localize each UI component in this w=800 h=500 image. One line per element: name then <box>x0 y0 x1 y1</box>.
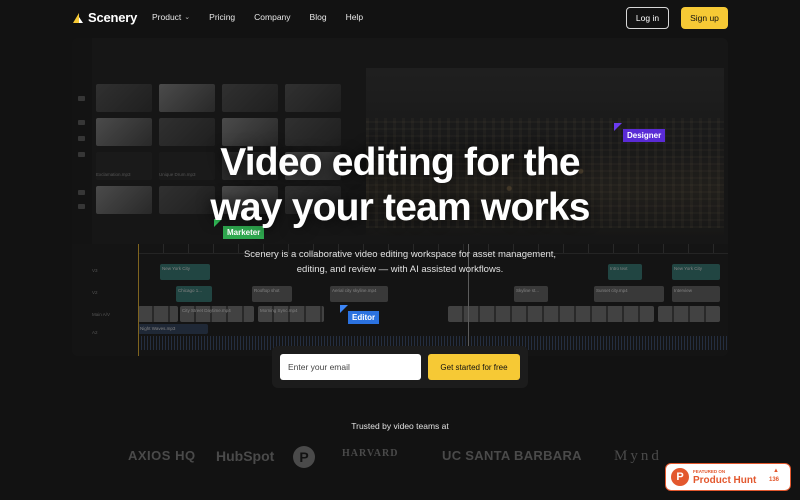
nav-link-pricing[interactable]: Pricing <box>209 12 235 22</box>
editor-cursor-tag: Editor <box>340 305 380 324</box>
timeline-clip: Intro text <box>608 264 642 280</box>
timeline-clip: Morning Sync.mp4 <box>258 306 324 322</box>
tool-icon <box>78 96 85 101</box>
login-button[interactable]: Log in <box>626 7 669 29</box>
timeline-clip <box>138 306 178 322</box>
top-nav: Scenery Product ⌄ Pricing Company Blog He… <box>0 0 800 36</box>
timeline-clip: New York City <box>160 264 210 280</box>
media-thumb <box>96 84 152 112</box>
editor-label: Editor <box>352 313 376 322</box>
playhead <box>138 244 139 356</box>
ph-name: Product Hunt <box>693 475 757 486</box>
timeline-clip: Night Waves.mp3 <box>138 324 208 334</box>
timeline-clip: Sunset city.mp4 <box>594 286 664 302</box>
ucsb-logo: UC SANTA BARBARA <box>442 448 582 463</box>
logo-icon <box>73 12 83 23</box>
ph-upvote-count: 136 <box>769 477 780 483</box>
harvard-logo: HARVARD <box>342 448 399 459</box>
nav-links: Product ⌄ Pricing Company Blog Help <box>152 12 363 22</box>
timeline-clip: Rooftop shot <box>252 286 292 302</box>
media-thumb <box>159 84 215 112</box>
designer-label: Designer <box>627 131 662 140</box>
timeline-clip: Interview <box>672 286 720 302</box>
timeline-clip: Aerial city skyline.mp4 <box>330 286 388 302</box>
hero-title-line: way your team works <box>210 186 590 229</box>
hubspot-logo: HubSpot <box>216 448 275 464</box>
track-label: V2 <box>92 290 98 295</box>
timeline-clip: City Street Daytime.mp4 <box>180 306 254 322</box>
nav-link-product-label: Product <box>152 12 182 22</box>
chevron-down-icon: ⌄ <box>184 14 191 21</box>
cursor-icon <box>614 123 622 131</box>
brand-name: Scenery <box>88 10 138 25</box>
mynd-logo: Mynd <box>614 448 662 464</box>
hero-title-line: Video editing for the <box>220 141 580 184</box>
nav-link-company[interactable]: Company <box>254 12 290 22</box>
ph-featured-label: FEATURED ON <box>693 469 726 474</box>
track-label: V3 <box>92 268 98 273</box>
signup-button[interactable]: Sign up <box>681 7 728 29</box>
track-label: Main A/V <box>92 312 111 317</box>
nav-link-help[interactable]: Help <box>346 12 363 22</box>
upvote-arrow-icon: ▲ <box>773 468 779 474</box>
trusted-by-label: Trusted by video teams at <box>351 421 449 431</box>
axios-logo: AXIOS HQ <box>128 448 196 463</box>
track-label: A2 <box>92 330 98 335</box>
hero-title: Video editing for the way your team work… <box>0 140 800 230</box>
hero-subtitle: Scenery is a collaborative video editing… <box>243 249 557 275</box>
cursor-icon <box>340 305 348 313</box>
pinterest-logo: P <box>293 446 315 468</box>
timeline-clip: New York City <box>672 264 720 280</box>
email-input[interactable] <box>280 354 421 380</box>
tool-icon <box>78 120 85 125</box>
brand-logo[interactable]: Scenery <box>72 10 137 25</box>
media-thumb <box>222 84 278 112</box>
product-hunt-badge[interactable]: P FEATURED ON Product Hunt ▲ 136 <box>665 463 791 491</box>
timeline-clip <box>658 306 720 322</box>
timeline-clip: Skyline st... <box>514 286 548 302</box>
get-started-button[interactable]: Get started for free <box>428 354 520 380</box>
timeline-clip <box>448 306 654 322</box>
timeline-clip: Chicago 1... <box>176 286 212 302</box>
media-thumb <box>285 84 341 112</box>
nav-link-blog[interactable]: Blog <box>310 12 327 22</box>
product-hunt-icon: P <box>671 468 689 486</box>
nav-link-product[interactable]: Product ⌄ <box>152 12 190 22</box>
